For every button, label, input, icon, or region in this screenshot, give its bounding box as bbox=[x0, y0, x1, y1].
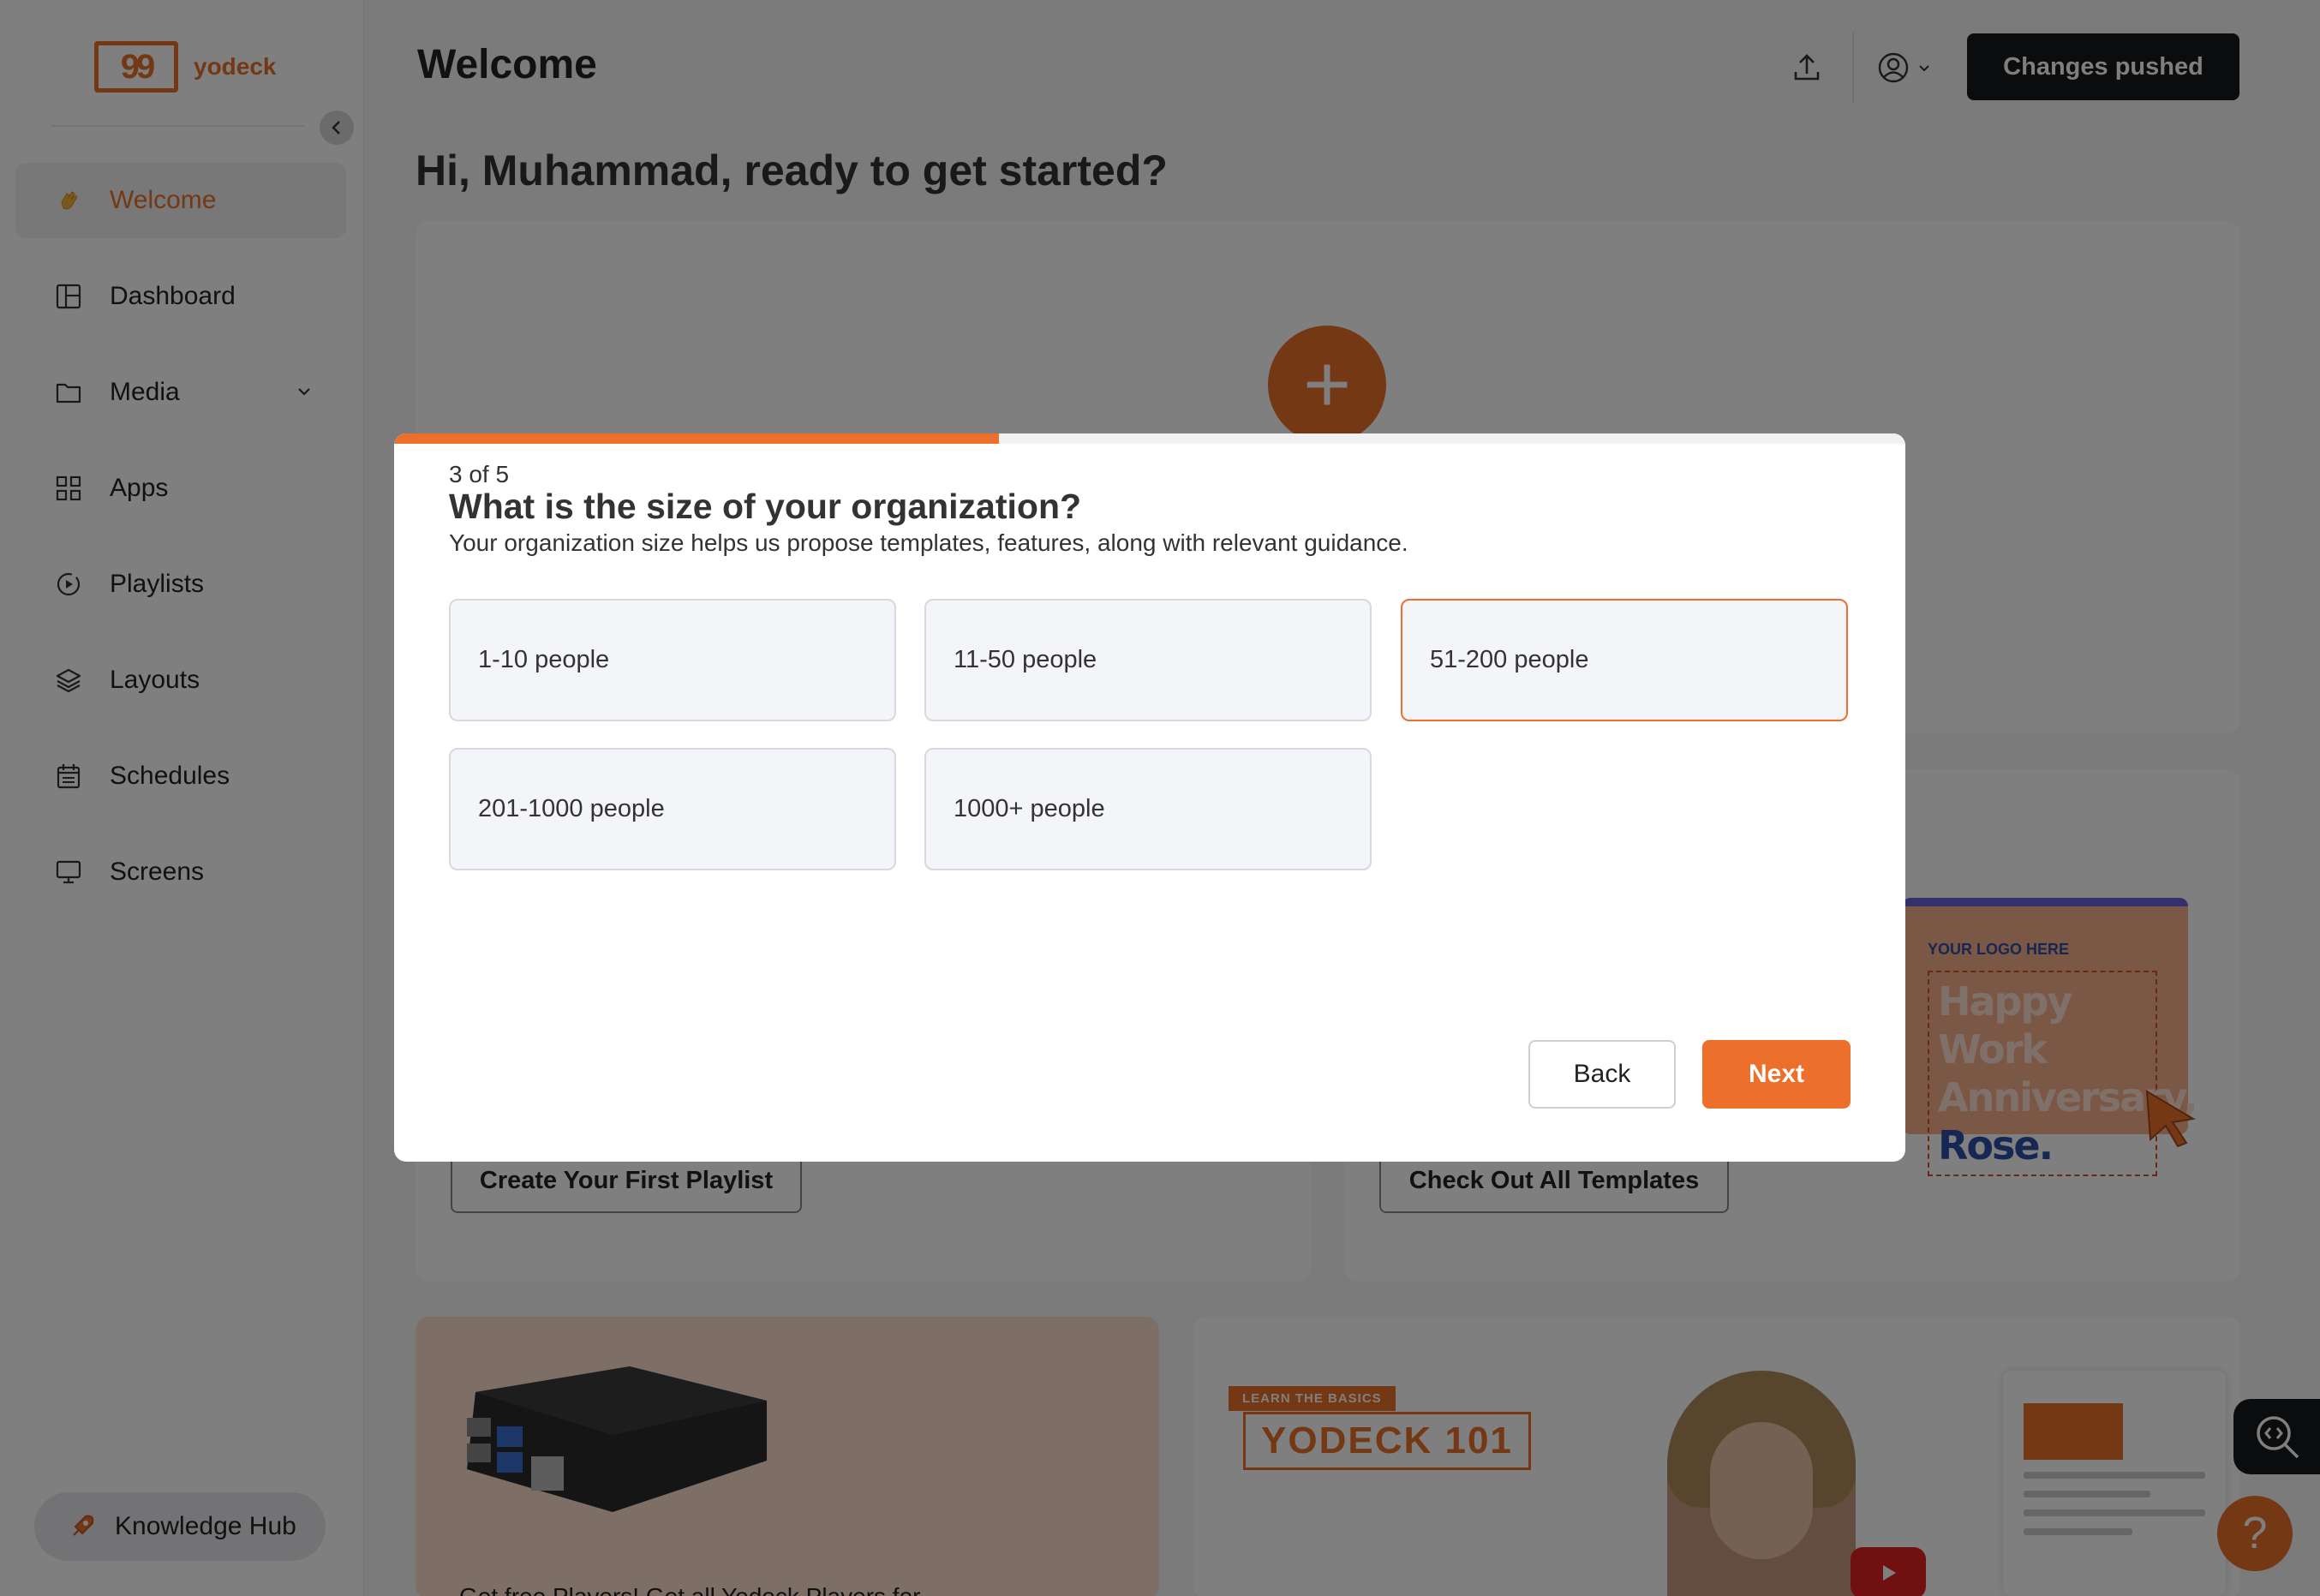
org-size-option-201-1000[interactable]: 201-1000 people bbox=[449, 748, 896, 870]
step-indicator: 3 of 5 bbox=[449, 461, 510, 487]
question-subtitle: Your organization size helps us propose … bbox=[449, 529, 1408, 556]
progress-fill bbox=[394, 433, 999, 444]
org-size-option-1000-plus[interactable]: 1000+ people bbox=[924, 748, 1372, 870]
onboarding-modal: 3 of 5 What is the size of your organiza… bbox=[394, 433, 1905, 1162]
question-title: What is the size of your organization? bbox=[449, 487, 1082, 526]
back-button[interactable]: Back bbox=[1528, 1040, 1676, 1109]
next-button[interactable]: Next bbox=[1702, 1040, 1851, 1109]
org-size-option-51-200[interactable]: 51-200 people bbox=[1401, 599, 1848, 721]
org-size-option-11-50[interactable]: 11-50 people bbox=[924, 599, 1372, 721]
org-size-option-1-10[interactable]: 1-10 people bbox=[449, 599, 896, 721]
onboarding-progress-bar bbox=[394, 433, 1905, 444]
